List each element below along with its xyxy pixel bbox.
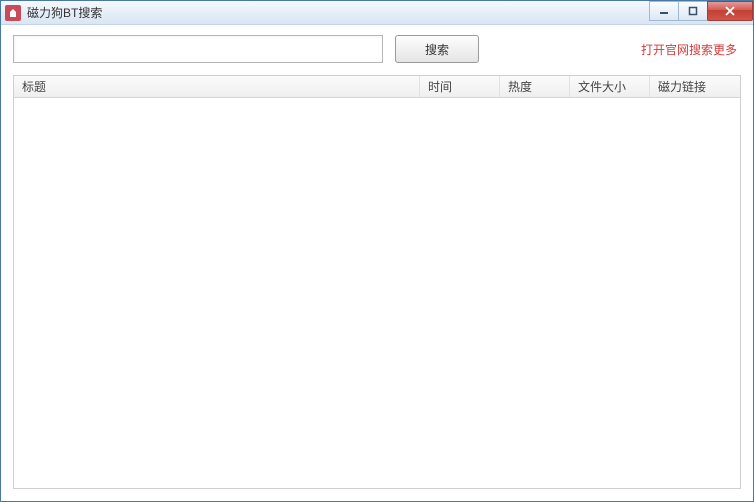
- search-button[interactable]: 搜索: [395, 35, 479, 63]
- app-window: 磁力狗BT搜索 搜索 打开官网搜索更多 标题 时间 热度 文件大: [0, 0, 754, 502]
- results-table: 标题 时间 热度 文件大小 磁力链接: [13, 75, 741, 489]
- close-button[interactable]: [707, 1, 753, 21]
- search-row: 搜索 打开官网搜索更多: [13, 35, 741, 63]
- minimize-button[interactable]: [649, 1, 679, 21]
- client-area: 搜索 打开官网搜索更多 标题 时间 热度 文件大小 磁力链接: [1, 25, 753, 501]
- col-header-title[interactable]: 标题: [14, 76, 420, 97]
- maximize-icon: [688, 6, 698, 16]
- open-official-link[interactable]: 打开官网搜索更多: [641, 41, 737, 58]
- col-header-size[interactable]: 文件大小: [570, 76, 650, 97]
- minimize-icon: [659, 6, 669, 16]
- col-header-magnet[interactable]: 磁力链接: [650, 76, 740, 97]
- table-header: 标题 时间 热度 文件大小 磁力链接: [14, 76, 740, 98]
- search-input[interactable]: [13, 35, 383, 63]
- col-header-heat[interactable]: 热度: [500, 76, 570, 97]
- titlebar[interactable]: 磁力狗BT搜索: [1, 1, 753, 25]
- window-controls: [650, 1, 753, 21]
- close-icon: [724, 6, 736, 16]
- maximize-button[interactable]: [678, 1, 708, 21]
- table-body[interactable]: [14, 98, 740, 488]
- col-header-time[interactable]: 时间: [420, 76, 500, 97]
- window-title: 磁力狗BT搜索: [27, 4, 102, 21]
- app-icon: [5, 5, 21, 21]
